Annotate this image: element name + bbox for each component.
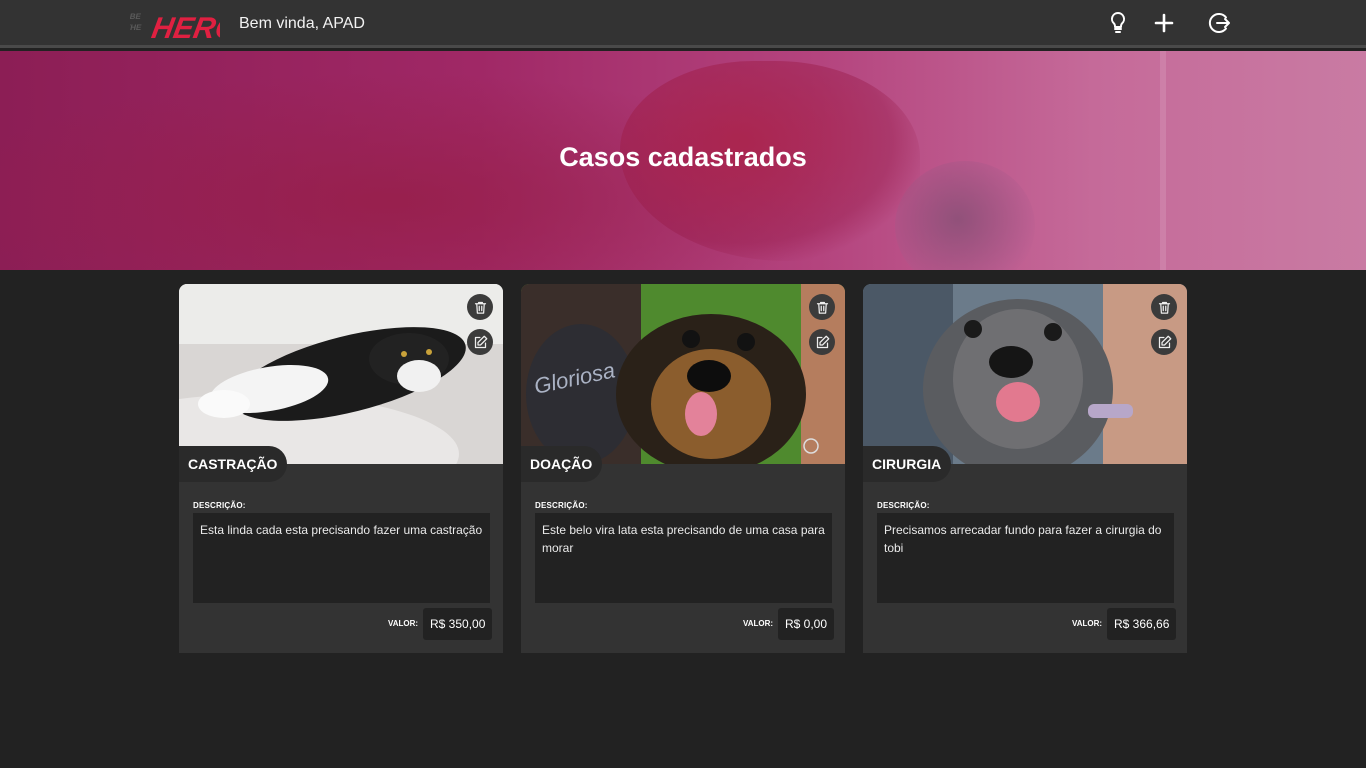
case-card: CIRURGIA DESCRIÇÃO: Precisamos arrecadar… [863, 284, 1187, 653]
trash-icon [474, 301, 486, 314]
value-amount: R$ 350,00 [423, 608, 493, 640]
top-bar: BE THE HERO Bem vinda, APAD [0, 0, 1366, 48]
plus-icon[interactable] [1151, 10, 1177, 36]
logout-icon[interactable] [1207, 10, 1233, 36]
svg-text:THE: THE [130, 23, 143, 32]
case-image-cat [179, 284, 503, 464]
lightbulb-icon[interactable] [1105, 10, 1131, 36]
value-label: VALOR: [388, 619, 419, 628]
trash-icon [1158, 301, 1170, 314]
welcome-text: Bem vinda, APAD [239, 15, 365, 32]
case-category-tag: CIRURGIA [863, 446, 952, 482]
case-card: CASTRAÇÃO DESCRIÇÃO: Esta linda cada est… [179, 284, 503, 653]
case-category-tag: CASTRAÇÃO [179, 446, 288, 482]
edit-icon [816, 335, 829, 348]
value-label: VALOR: [743, 619, 774, 628]
hero-banner: Casos cadastrados [0, 51, 1366, 270]
edit-button[interactable] [1151, 329, 1177, 355]
edit-button[interactable] [467, 329, 493, 355]
delete-button[interactable] [467, 294, 493, 320]
trash-icon [816, 301, 828, 314]
value-amount: R$ 0,00 [778, 608, 835, 640]
description-label: DESCRIÇÃO: [193, 501, 246, 510]
svg-text:BE: BE [130, 12, 142, 21]
svg-text:HERO: HERO [149, 12, 220, 42]
value-amount: R$ 366,66 [1107, 608, 1177, 640]
page-title: Casos cadastrados [559, 142, 807, 172]
edit-icon [474, 335, 487, 348]
case-category-tag: DOAÇÃO [521, 446, 603, 482]
case-image-dog: Gloriosa [521, 284, 845, 464]
description-text: Este belo vira lata esta precisando de u… [535, 513, 832, 603]
edit-button[interactable] [809, 329, 835, 355]
description-text: Precisamos arrecadar fundo para fazer a … [877, 513, 1174, 603]
description-label: DESCRIÇÃO: [535, 501, 588, 510]
case-card: Gloriosa DOAÇÃO DESCRIÇÃO: Este belo vir… [521, 284, 845, 653]
delete-button[interactable] [1151, 294, 1177, 320]
value-label: VALOR: [1072, 619, 1103, 628]
edit-icon [1158, 335, 1171, 348]
be-the-hero-logo[interactable]: BE THE HERO [130, 6, 220, 42]
description-label: DESCRIÇÃO: [877, 501, 930, 510]
case-image-dog-tobi [863, 284, 1187, 464]
delete-button[interactable] [809, 294, 835, 320]
description-text: Esta linda cada esta precisando fazer um… [193, 513, 490, 603]
